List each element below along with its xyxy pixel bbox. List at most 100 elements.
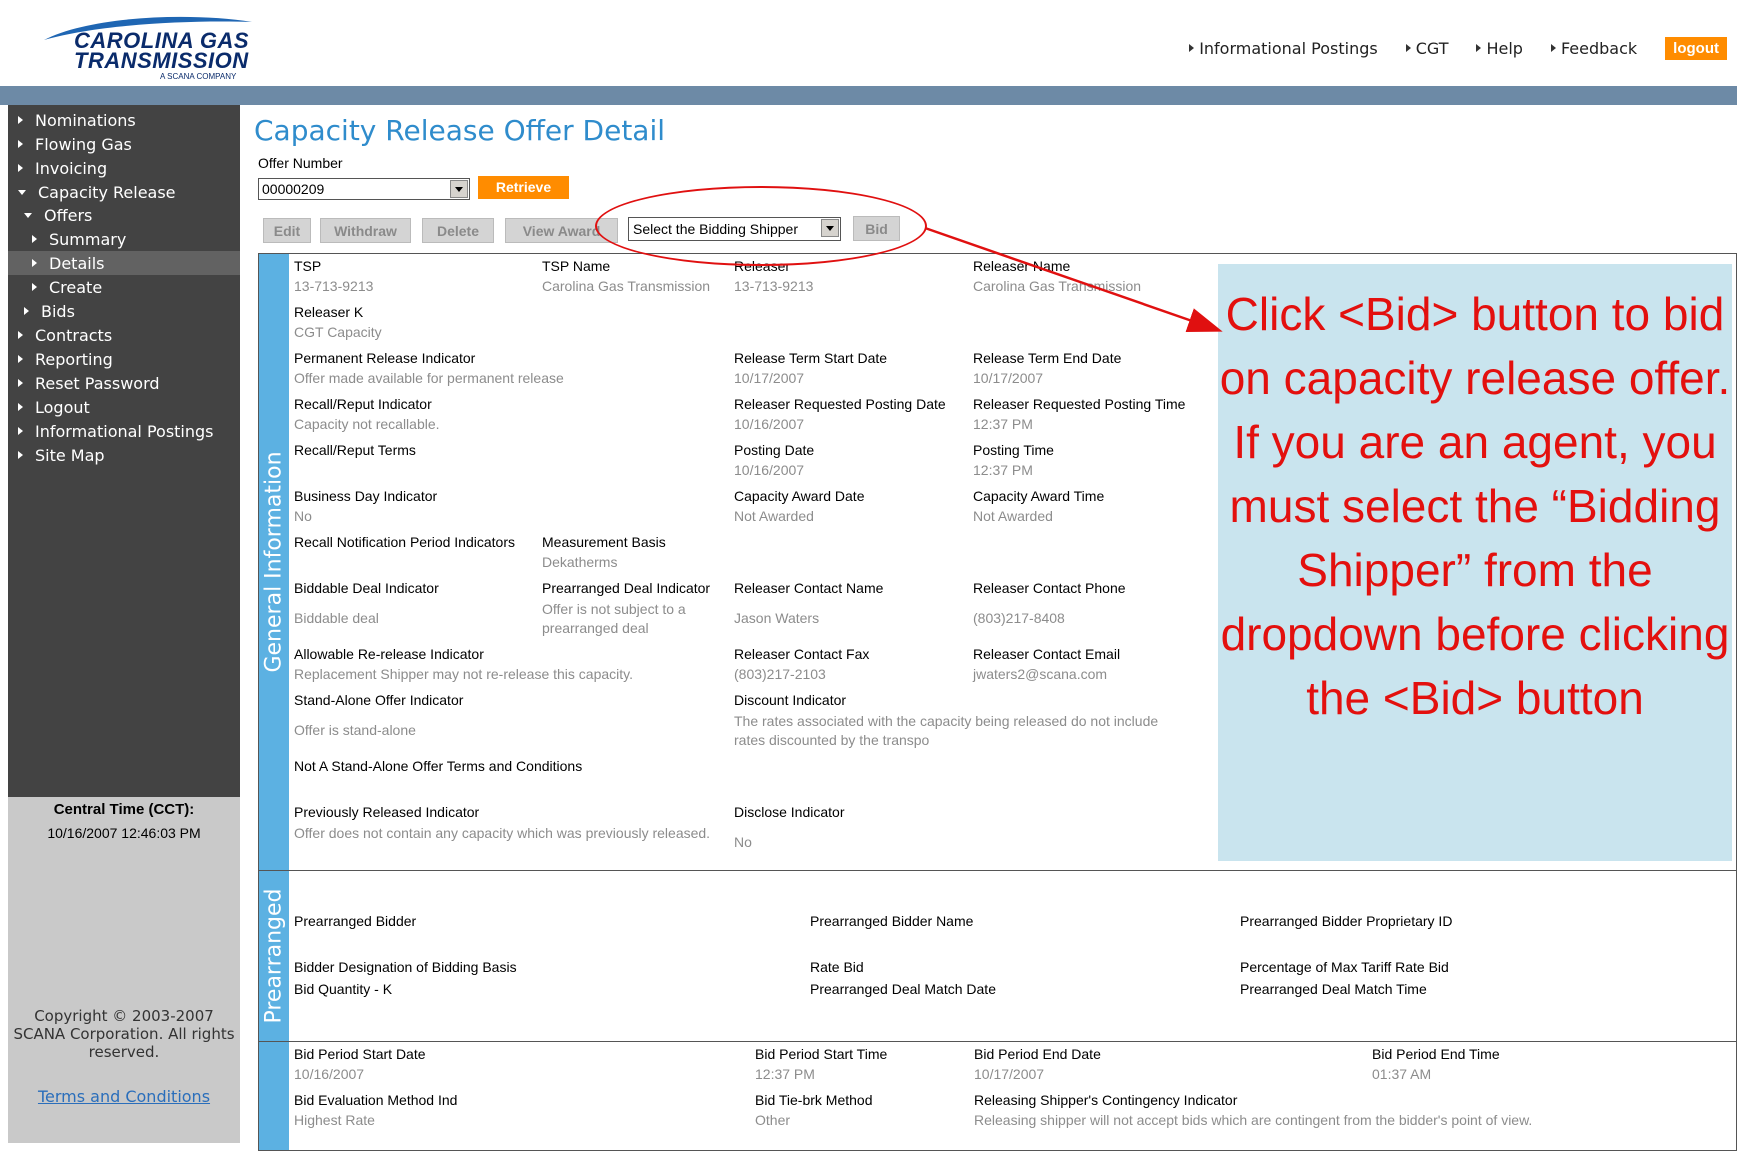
releaser-k-value: CGT Capacity — [294, 324, 382, 340]
prearranged-bidder-label: Prearranged Bidder — [294, 913, 417, 929]
sidebar-item-summary[interactable]: Summary — [8, 227, 240, 251]
arrow-down-icon — [18, 189, 26, 195]
allowable-rerelease-label: Allowable Re-release Indicator — [294, 646, 484, 662]
deal-match-time-label: Prearranged Deal Match Time — [1240, 981, 1427, 997]
sidebar-item-offers[interactable]: Offers — [8, 203, 240, 227]
sidebar-item-create[interactable]: Create — [8, 275, 240, 299]
measurement-basis-label: Measurement Basis — [542, 534, 666, 550]
sidebar-item-site-map[interactable]: Site Map — [8, 443, 240, 467]
sidebar-item-reset-password[interactable]: Reset Password — [8, 371, 240, 395]
release-term-start-value: 10/17/2007 — [734, 370, 805, 386]
sidebar-item-label: Reset Password — [35, 373, 160, 393]
sidebar-item-nominations[interactable]: Nominations — [8, 108, 240, 132]
recall-reput-label: Recall/Reput Indicator — [294, 396, 432, 412]
release-term-end-value: 10/17/2007 — [973, 370, 1044, 386]
sidebar-item-logout[interactable]: Logout — [8, 395, 240, 419]
sidebar-item-label: Informational Postings — [35, 421, 214, 441]
max-tariff-rate-label: Percentage of Max Tariff Rate Bid — [1240, 959, 1449, 975]
recall-notification-label: Recall Notification Period Indicators — [294, 534, 515, 550]
releaser-name-value: Carolina Gas Transmission — [973, 278, 1142, 294]
section-tab-bid-period — [259, 1042, 289, 1150]
previously-released-value: Offer does not contain any capacity whic… — [294, 825, 711, 841]
tsp-value: 13-713-9213 — [294, 278, 374, 294]
permanent-release-value: Offer made available for permanent relea… — [294, 370, 564, 386]
offer-number-select[interactable]: 00000209 — [258, 178, 470, 200]
sidebar-item-label: Capacity Release — [38, 182, 176, 202]
arrow-right-icon — [1476, 44, 1482, 52]
contingency-indicator-label: Releasing Shipper's Contingency Indicato… — [974, 1092, 1238, 1108]
sidebar-item-details[interactable]: Details — [8, 251, 240, 275]
tsp-name-value: Carolina Gas Transmission — [542, 278, 711, 294]
section-label: Prearranged — [261, 888, 287, 1024]
bid-period-end-time-value: 01:37 AM — [1372, 1066, 1432, 1082]
terms-link[interactable]: Terms and Conditions — [8, 1087, 240, 1106]
bid-period-start-date-value: 10/16/2007 — [294, 1066, 365, 1082]
business-day-value: No — [294, 508, 312, 524]
sidebar-item-bids[interactable]: Bids — [8, 299, 240, 323]
releaser-contact-phone-label: Releaser Contact Phone — [973, 580, 1126, 596]
highlight-ellipse — [595, 186, 927, 266]
retrieve-button[interactable]: Retrieve — [478, 176, 569, 199]
arrow-down-icon — [24, 212, 32, 218]
sidebar-item-label: Site Map — [35, 445, 105, 465]
bid-period-start-time-label: Bid Period Start Time — [755, 1046, 888, 1062]
section-tab-general: General Information — [259, 254, 289, 870]
releaser-contact-fax-label: Releaser Contact Fax — [734, 646, 870, 662]
topnav-feedback[interactable]: Feedback — [1550, 38, 1638, 58]
bid-period-end-time-label: Bid Period End Time — [1372, 1046, 1500, 1062]
sidebar-item-reporting[interactable]: Reporting — [8, 347, 240, 371]
topnav-help[interactable]: Help — [1476, 38, 1523, 58]
tsp-name-label: TSP Name — [542, 258, 611, 274]
posting-time-value: 12:37 PM — [973, 462, 1033, 478]
header: CAROLINA GAS TRANSMISSION A SCANA COMPAN… — [0, 0, 1737, 86]
prearranged-bidder-name-label: Prearranged Bidder Name — [810, 913, 974, 929]
releaser-contact-phone-value: (803)217-8408 — [973, 610, 1065, 626]
arrow-right-icon — [1550, 44, 1556, 52]
requested-posting-time-value: 12:37 PM — [973, 416, 1033, 432]
capacity-award-time-label: Capacity Award Time — [973, 488, 1105, 504]
release-term-end-label: Release Term End Date — [973, 350, 1122, 366]
arrow-right-icon — [1405, 44, 1411, 52]
sidebar-item-invoicing[interactable]: Invoicing — [8, 156, 240, 180]
sidebar-item-capacity-release[interactable]: Capacity Release — [8, 180, 240, 204]
sidebar-item-flowing-gas[interactable]: Flowing Gas — [8, 132, 240, 156]
arrow-right-icon — [32, 259, 37, 267]
topnav-cgt[interactable]: CGT — [1405, 39, 1448, 58]
header-band — [0, 86, 1737, 105]
withdraw-button[interactable]: Withdraw — [320, 218, 411, 243]
sidebar-item-label: Create — [49, 277, 103, 297]
arrow-right-icon — [1189, 44, 1195, 52]
edit-button[interactable]: Edit — [263, 218, 311, 243]
sidebar-item-contracts[interactable]: Contracts — [8, 323, 240, 347]
prearranged-section: Prearranged Prearranged Bidder Prearrang… — [258, 870, 1737, 1042]
recall-reput-terms-label: Recall/Reput Terms — [294, 442, 416, 458]
central-time-label: Central Time (CCT): — [53, 801, 195, 818]
logout-button[interactable]: logout — [1665, 36, 1727, 60]
biddable-deal-label: Biddable Deal Indicator — [294, 580, 439, 596]
topnav-label: Help — [1486, 38, 1523, 58]
sidebar-item-informational-postings[interactable]: Informational Postings — [8, 419, 240, 443]
posting-time-label: Posting Time — [973, 442, 1054, 458]
measurement-basis-value: Dekatherms — [542, 554, 618, 570]
capacity-award-date-label: Capacity Award Date — [734, 488, 865, 504]
previously-released-label: Previously Released Indicator — [294, 804, 480, 820]
posting-date-label: Posting Date — [734, 442, 815, 458]
bid-tie-break-label: Bid Tie-brk Method — [755, 1092, 873, 1108]
releaser-contact-fax-value: (803)217-2103 — [734, 666, 826, 682]
business-day-label: Business Day Indicator — [294, 488, 438, 504]
delete-button[interactable]: Delete — [422, 218, 494, 243]
offer-number-label: Offer Number — [258, 155, 343, 171]
sidebar-item-label: Details — [49, 253, 105, 273]
instruction-callout: Click <Bid> button to bid on capacity re… — [1218, 264, 1732, 861]
arrow-right-icon — [32, 235, 37, 243]
bid-quantity-label: Bid Quantity - K — [294, 981, 393, 997]
discount-indicator-label: Discount Indicator — [734, 692, 847, 708]
rate-bid-label: Rate Bid — [810, 959, 864, 975]
prearranged-bidder-id-label: Prearranged Bidder Proprietary ID — [1240, 913, 1453, 929]
arrow-right-icon — [24, 307, 29, 315]
company-logo[interactable]: CAROLINA GAS TRANSMISSION A SCANA COMPAN… — [40, 14, 255, 81]
chevron-down-icon[interactable] — [450, 180, 468, 198]
topnav-label: Feedback — [1560, 38, 1638, 58]
bid-period-end-date-label: Bid Period End Date — [974, 1046, 1101, 1062]
topnav-informational-postings[interactable]: Informational Postings — [1189, 39, 1378, 58]
